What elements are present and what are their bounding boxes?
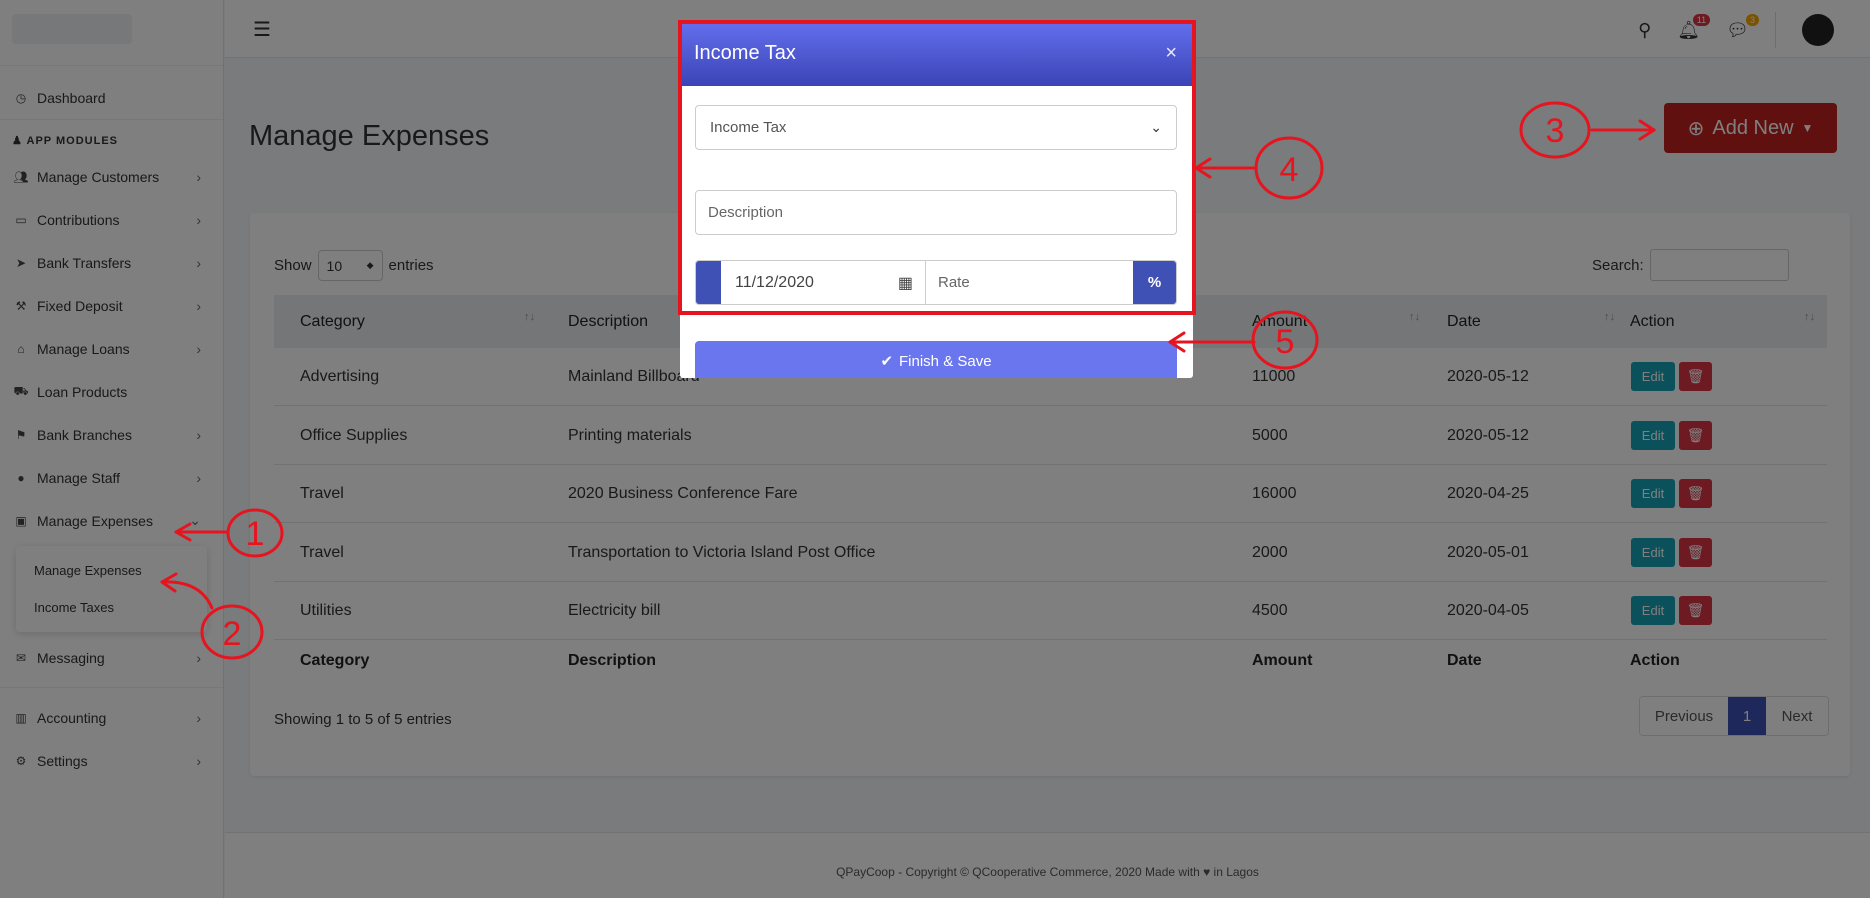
input-prefix bbox=[696, 261, 721, 304]
calendar-icon[interactable]: ▦ bbox=[898, 273, 913, 293]
check-circle-icon: ✔ bbox=[880, 353, 894, 370]
rate-input[interactable]: Rate bbox=[926, 261, 1133, 304]
close-icon[interactable]: × bbox=[1165, 42, 1177, 65]
description-placeholder: Description bbox=[708, 204, 784, 221]
chevron-down-icon: ⌄ bbox=[1150, 119, 1162, 135]
rate-placeholder: Rate bbox=[938, 274, 970, 291]
income-tax-modal: Income Tax × Income Tax ⌄ Description 11… bbox=[680, 20, 1193, 378]
finish-save-button[interactable]: ✔ Finish & Save bbox=[695, 341, 1177, 378]
modal-title: Income Tax bbox=[694, 42, 796, 64]
date-value: 11/12/2020 bbox=[735, 273, 814, 291]
description-input[interactable]: Description bbox=[695, 190, 1177, 235]
modal-header: Income Tax × bbox=[680, 20, 1193, 86]
percent-addon: % bbox=[1133, 261, 1176, 304]
tax-type-select[interactable]: Income Tax ⌄ bbox=[695, 105, 1177, 150]
tax-type-value: Income Tax bbox=[710, 119, 787, 136]
date-input[interactable]: 11/12/2020 ▦ bbox=[721, 261, 926, 304]
date-rate-group: 11/12/2020 ▦ Rate % bbox=[695, 260, 1177, 305]
finish-save-label: Finish & Save bbox=[899, 352, 992, 370]
